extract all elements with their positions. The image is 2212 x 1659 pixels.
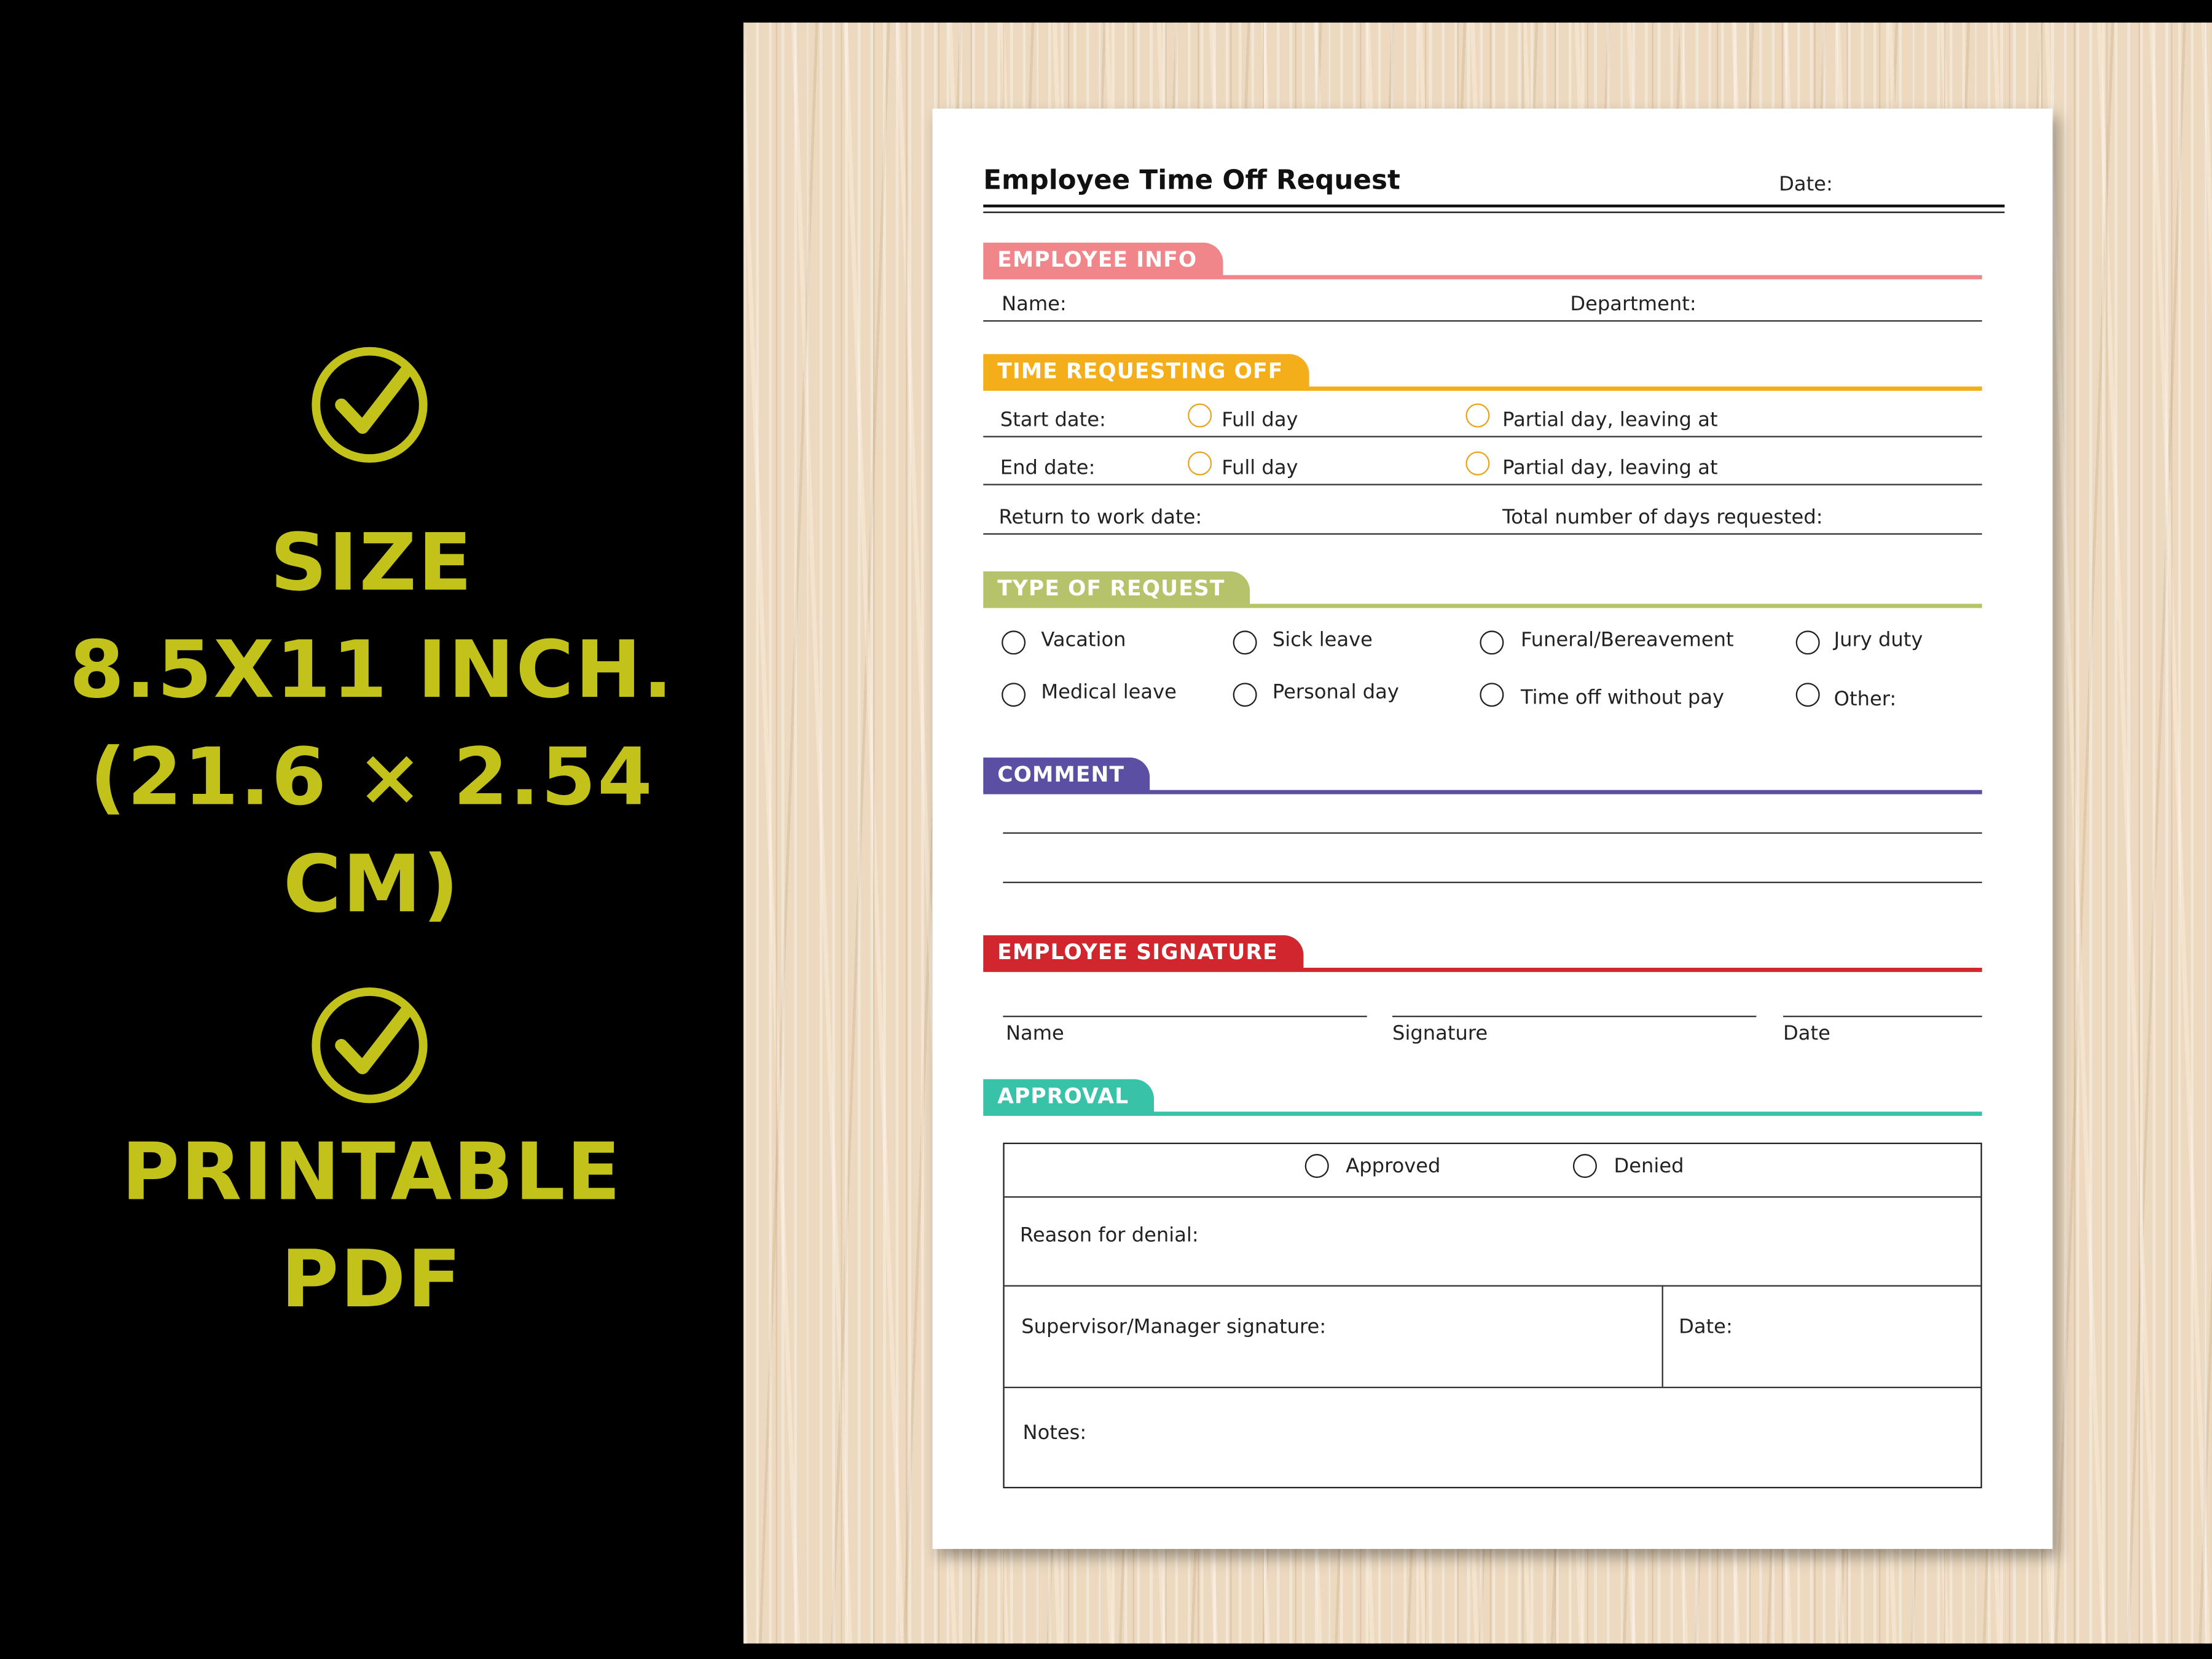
vacation-label: Vacation: [1041, 629, 1126, 652]
printable-heading: PRINTABLE: [121, 1127, 622, 1219]
check-circle-icon: [308, 343, 432, 467]
form-date-label: Date:: [1779, 173, 1833, 197]
jury-duty-radio[interactable]: [1795, 630, 1820, 655]
return-date-label: Return to work date:: [998, 506, 1202, 529]
denied-radio[interactable]: [1572, 1154, 1597, 1179]
end-full-day-radio[interactable]: [1188, 451, 1212, 476]
denied-label: Denied: [1614, 1155, 1684, 1179]
size-inches: 8.5X11 INCH.: [69, 625, 675, 717]
section-rule: [983, 603, 1982, 608]
comment-line[interactable]: [1003, 832, 1982, 834]
section-rule: [983, 275, 1982, 280]
sick-leave-label: Sick leave: [1272, 629, 1373, 652]
supervisor-signature-label: Supervisor/Manager signature:: [1021, 1316, 1327, 1339]
signature-label: Signature: [1392, 1022, 1488, 1046]
start-partial-day-radio[interactable]: [1465, 403, 1490, 428]
other-radio[interactable]: [1795, 683, 1820, 707]
reason-denial-label: Reason for denial:: [1019, 1224, 1199, 1247]
approval-row-divider: [1003, 1196, 1982, 1198]
bereavement-radio[interactable]: [1480, 630, 1504, 655]
promo-panel: SIZE 8.5X11 INCH. (21.6 × 2.54 CM) PRINT…: [0, 0, 743, 1659]
section-employee-signature: EMPLOYEE SIGNATURE: [983, 935, 1304, 970]
signature-date-field[interactable]: [1783, 1016, 1982, 1018]
end-partial-day-radio[interactable]: [1465, 451, 1490, 476]
partial-day-label: Partial day, leaving at: [1502, 457, 1718, 480]
approved-radio[interactable]: [1304, 1154, 1329, 1179]
size-heading: SIZE: [270, 517, 474, 610]
check-circle-icon: [308, 983, 432, 1107]
form-title: Employee Time Off Request: [983, 165, 1400, 197]
title-divider: [983, 204, 2005, 208]
title-divider: [983, 211, 2005, 213]
approval-date-label: Date:: [1679, 1316, 1733, 1339]
full-day-label: Full day: [1222, 457, 1298, 480]
printable-pdf: PDF: [281, 1234, 463, 1327]
size-cm: (21.6 × 2.54 CM): [89, 732, 654, 931]
signature-name-field[interactable]: [1003, 1016, 1367, 1018]
personal-day-label: Personal day: [1272, 681, 1399, 704]
section-rule: [983, 967, 1982, 972]
department-label: Department:: [1570, 293, 1696, 316]
approval-table: [1003, 1142, 1982, 1489]
start-date-field[interactable]: [983, 436, 1982, 437]
start-date-label: Start date:: [1000, 409, 1106, 432]
approved-label: Approved: [1346, 1155, 1441, 1179]
unpaid-time-off-label: Time off without pay: [1520, 687, 1725, 710]
section-employee-info: EMPLOYEE INFO: [983, 242, 1223, 276]
signature-field[interactable]: [1392, 1016, 1757, 1018]
bereavement-label: Funeral/Bereavement: [1520, 629, 1734, 652]
section-type-of-request: TYPE OF REQUEST: [983, 571, 1250, 605]
name-field[interactable]: [983, 320, 1982, 322]
approval-row-divider: [1003, 1386, 1982, 1389]
section-rule: [983, 1112, 1982, 1116]
end-date-field[interactable]: [983, 484, 1982, 485]
end-date-label: End date:: [1000, 457, 1096, 480]
section-approval: APPROVAL: [983, 1079, 1155, 1113]
comment-line[interactable]: [1003, 881, 1982, 884]
medical-leave-label: Medical leave: [1041, 681, 1177, 704]
other-label: Other:: [1834, 688, 1897, 712]
section-comment: COMMENT: [983, 757, 1150, 791]
section-time-off: TIME REQUESTING OFF: [983, 354, 1309, 388]
return-date-field[interactable]: [983, 533, 1982, 535]
total-days-label: Total number of days requested:: [1502, 506, 1823, 529]
section-rule: [983, 790, 1982, 794]
section-rule: [983, 386, 1982, 391]
medical-leave-radio[interactable]: [1002, 683, 1026, 707]
approval-col-divider: [1661, 1285, 1663, 1387]
partial-day-label: Partial day, leaving at: [1502, 409, 1718, 432]
start-full-day-radio[interactable]: [1188, 403, 1212, 428]
vacation-radio[interactable]: [1002, 630, 1026, 655]
full-day-label: Full day: [1222, 409, 1298, 432]
signature-name-label: Name: [1005, 1022, 1064, 1046]
approval-row-divider: [1003, 1285, 1982, 1287]
notes-label: Notes:: [1022, 1422, 1087, 1445]
name-label: Name:: [1002, 293, 1067, 316]
personal-day-radio[interactable]: [1233, 683, 1257, 707]
sick-leave-radio[interactable]: [1233, 630, 1257, 655]
unpaid-time-off-radio[interactable]: [1480, 683, 1504, 707]
jury-duty-label: Jury duty: [1834, 629, 1923, 652]
time-off-form: Employee Time Off Request Date: EMPLOYEE…: [932, 108, 2053, 1549]
signature-date-label: Date: [1783, 1022, 1830, 1046]
